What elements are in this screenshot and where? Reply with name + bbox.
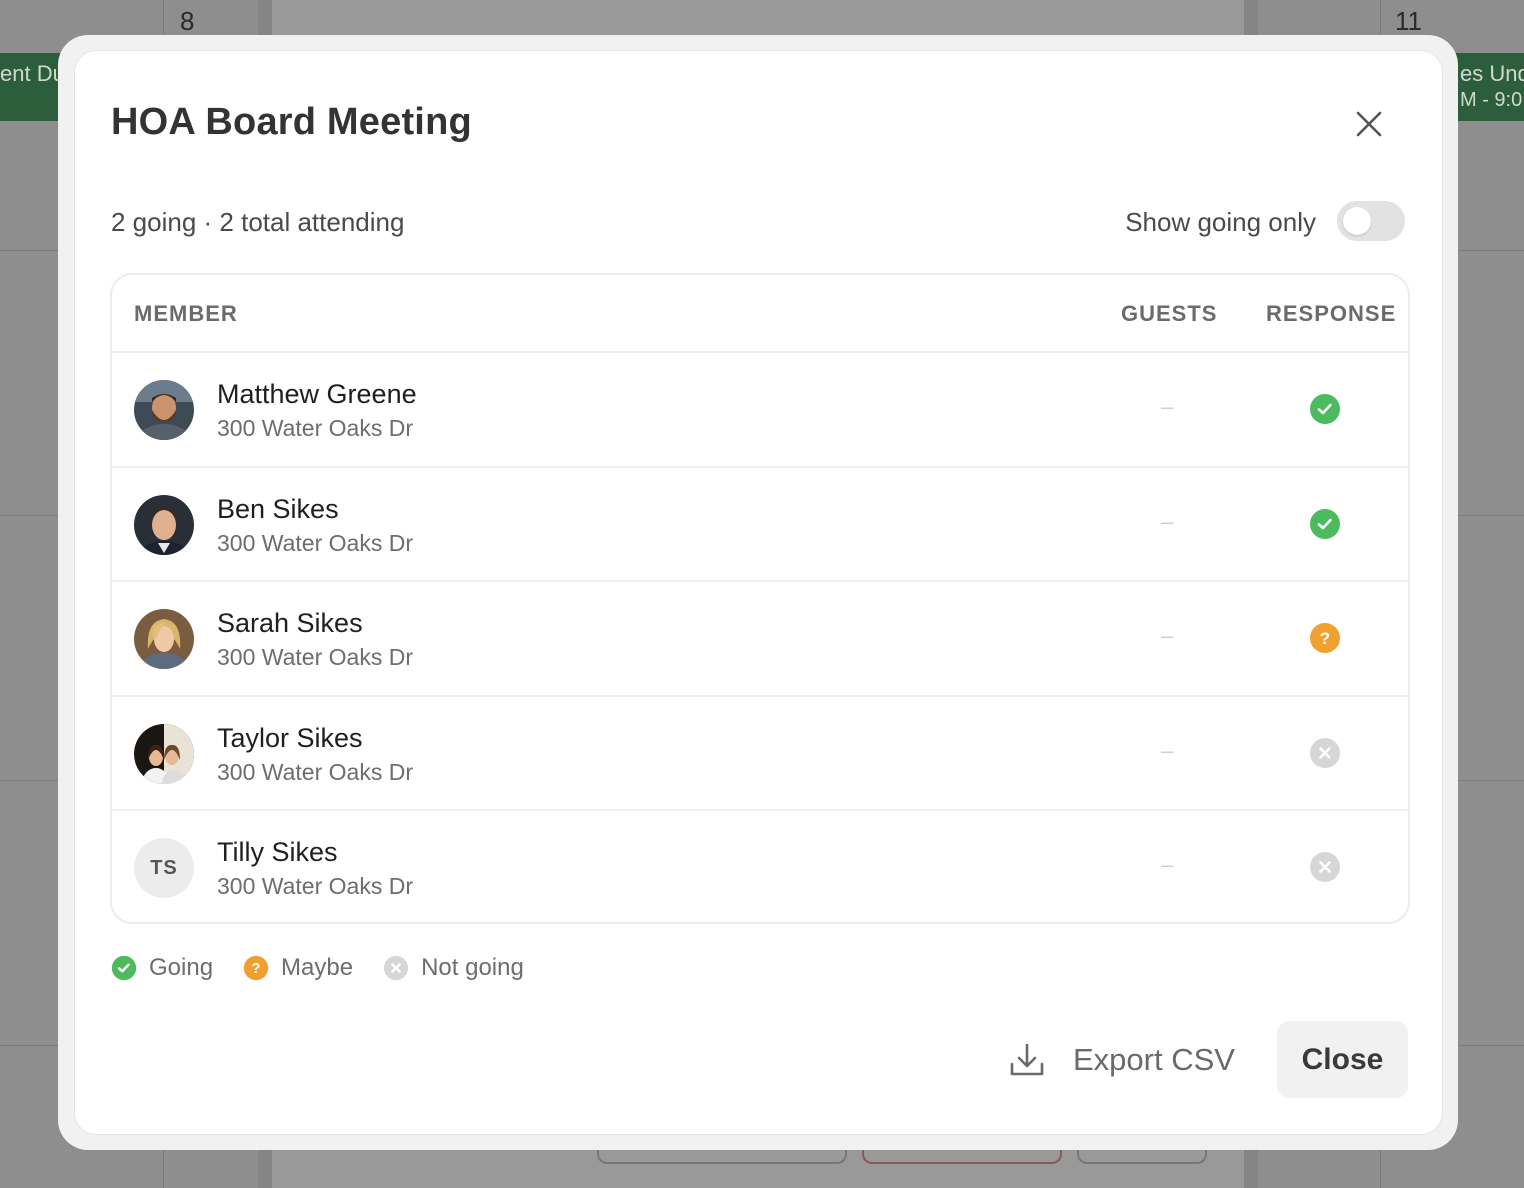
svg-text:?: ? xyxy=(1320,629,1330,648)
attendance-summary: 2 going · 2 total attending xyxy=(111,207,405,237)
legend-label: Not going xyxy=(421,954,524,981)
going-icon xyxy=(1309,508,1341,540)
modal-title: HOA Board Meeting xyxy=(111,101,472,143)
member-address: 300 Water Oaks Dr xyxy=(217,873,413,899)
member-address: 300 Water Oaks Dr xyxy=(217,644,413,670)
toggle-knob xyxy=(1343,207,1371,235)
calendar-event-title: es Und xyxy=(1460,61,1524,86)
column-header-guests[interactable]: GUESTS xyxy=(1121,301,1217,327)
attendance-modal: HOA Board Meeting 2 going · 2 total atte… xyxy=(74,50,1443,1135)
table-header: MEMBER GUESTS RESPONSE xyxy=(112,275,1408,353)
legend-label: Maybe xyxy=(281,954,354,981)
avatar xyxy=(134,494,194,555)
table-row[interactable]: Ben Sikes 300 Water Oaks Dr – xyxy=(112,468,1408,582)
legend-item-not-going: Not going xyxy=(383,954,524,982)
legend-label: Going xyxy=(149,954,214,981)
not-going-icon xyxy=(1309,851,1341,883)
column-header-member[interactable]: MEMBER xyxy=(134,301,238,327)
attendance-table: MEMBER GUESTS RESPONSE Matthew Greene 30… xyxy=(110,273,1410,924)
guests-count: – xyxy=(1161,508,1174,534)
member-name: Taylor Sikes xyxy=(217,722,363,753)
avatar xyxy=(134,723,194,784)
calendar-event-title: ent Du xyxy=(0,61,65,86)
calendar-event-time: M - 9:0 xyxy=(1460,89,1523,111)
download-icon xyxy=(1010,1043,1044,1076)
column-header-response[interactable]: RESPONSE xyxy=(1266,301,1396,327)
maybe-icon: ? xyxy=(1309,622,1341,654)
member-name: Ben Sikes xyxy=(217,493,339,524)
member-address: 300 Water Oaks Dr xyxy=(217,758,413,785)
member-name: Sarah Sikes xyxy=(217,608,363,638)
guests-count: – xyxy=(1161,852,1174,877)
legend-item-going: Going xyxy=(111,954,213,982)
member-name: Tilly Sikes xyxy=(217,837,338,867)
member-address: 300 Water Oaks Dr xyxy=(217,415,413,441)
not-going-icon xyxy=(383,955,409,981)
guests-count: – xyxy=(1161,623,1174,648)
not-going-icon xyxy=(1309,737,1341,769)
member-address: 300 Water Oaks Dr xyxy=(217,529,413,556)
calendar-day-number: 8 xyxy=(180,6,195,36)
avatar: TS xyxy=(134,838,194,898)
avatar xyxy=(134,609,194,669)
table-row[interactable]: TS Tilly Sikes 300 Water Oaks Dr – xyxy=(112,811,1408,922)
legend-item-maybe: ? Maybe xyxy=(243,954,353,982)
response-legend: Going ? Maybe Not going xyxy=(111,953,554,983)
member-name: Matthew Greene xyxy=(217,379,417,409)
guests-count: – xyxy=(1161,737,1174,763)
guests-count: – xyxy=(1161,394,1174,419)
svg-text:?: ? xyxy=(252,961,261,977)
going-icon xyxy=(1309,393,1341,425)
table-row[interactable]: Sarah Sikes 300 Water Oaks Dr – ? xyxy=(112,582,1408,697)
calendar-day-number: 11 xyxy=(1395,6,1422,36)
going-icon xyxy=(111,955,137,981)
table-row[interactable]: Taylor Sikes 300 Water Oaks Dr – xyxy=(112,697,1408,811)
close-button[interactable]: Close xyxy=(1277,1021,1408,1098)
close-icon[interactable] xyxy=(1351,106,1387,142)
maybe-icon: ? xyxy=(243,955,269,981)
show-going-only-label: Show going only xyxy=(1125,207,1316,237)
table-row[interactable]: Matthew Greene 300 Water Oaks Dr – xyxy=(112,353,1408,468)
export-csv-button[interactable]: Export CSV xyxy=(1007,1023,1247,1097)
show-going-only-toggle[interactable] xyxy=(1337,201,1405,241)
export-csv-label: Export CSV xyxy=(1073,1042,1235,1077)
avatar xyxy=(134,380,194,440)
